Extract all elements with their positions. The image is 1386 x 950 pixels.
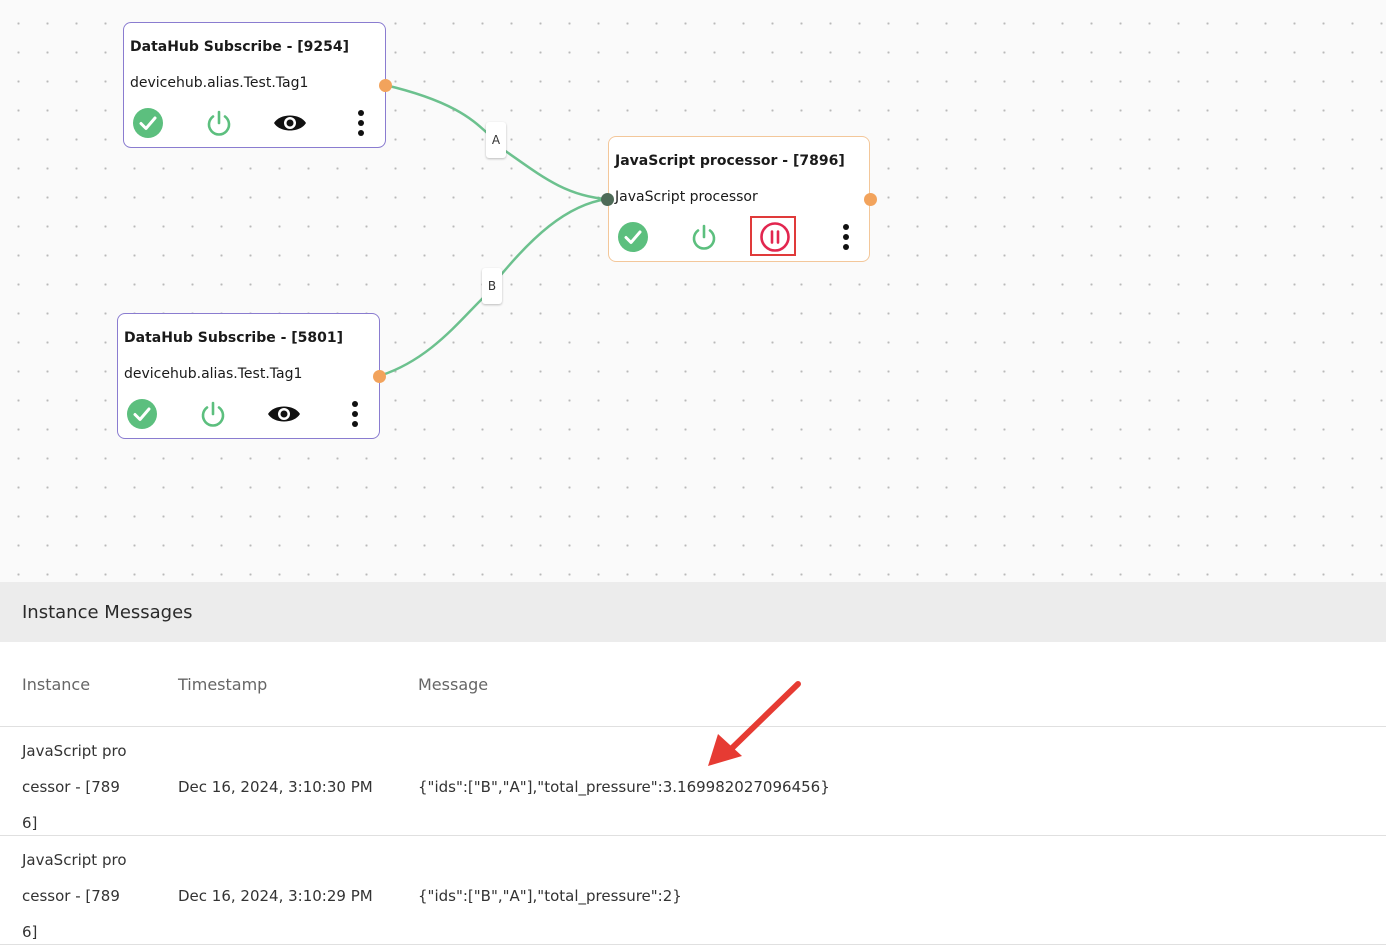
table-row[interactable]: JavaScript processor - [7896] Dec 16, 20… [0, 836, 1386, 945]
check-icon[interactable] [615, 219, 651, 255]
node-subtitle: JavaScript processor [615, 189, 758, 205]
node-actions [609, 216, 869, 259]
check-icon[interactable] [130, 105, 166, 141]
power-icon[interactable] [686, 219, 722, 255]
column-header-instance[interactable]: Instance [22, 675, 90, 694]
pause-icon[interactable] [757, 219, 793, 255]
eye-icon[interactable] [266, 396, 302, 432]
more-vertical-icon[interactable] [337, 396, 373, 432]
node-title: DataHub Subscribe - [5801] [124, 330, 344, 346]
check-icon[interactable] [124, 396, 160, 432]
node-title: JavaScript processor - [7896] [615, 153, 845, 169]
instance-messages-header: Instance Messages [0, 582, 1386, 642]
cell-timestamp: Dec 16, 2024, 3:10:29 PM [178, 887, 373, 905]
node-actions [118, 396, 379, 436]
node-javascript-processor-7896[interactable]: JavaScript processor - [7896] JavaScript… [608, 136, 870, 262]
input-port[interactable] [601, 193, 614, 206]
node-subtitle: devicehub.alias.Test.Tag1 [130, 75, 309, 91]
cell-message: {"ids":["B","A"],"total_pressure":2} [418, 887, 682, 905]
power-icon[interactable] [195, 396, 231, 432]
node-datahub-subscribe-5801[interactable]: DataHub Subscribe - [5801] devicehub.ali… [117, 313, 380, 439]
edge-label-b-text: B [487, 279, 497, 293]
cell-timestamp: Dec 16, 2024, 3:10:30 PM [178, 778, 373, 796]
edge-b-wire[interactable] [378, 295, 486, 378]
edge-label-a-text: A [491, 133, 501, 147]
edge-a-wire[interactable] [384, 83, 497, 142]
edge-label-a[interactable]: A [486, 122, 506, 158]
cell-instance: JavaScript processor - [7896] [22, 742, 127, 832]
table-header-row: Instance Timestamp Message [0, 642, 1386, 727]
cell-instance: JavaScript processor - [7896] [22, 851, 127, 941]
output-port[interactable] [373, 370, 386, 383]
node-title: DataHub Subscribe - [9254] [130, 39, 350, 55]
column-header-timestamp[interactable]: Timestamp [178, 675, 267, 694]
edge-label-b[interactable]: B [482, 268, 502, 304]
output-port[interactable] [864, 193, 877, 206]
node-datahub-subscribe-9254[interactable]: DataHub Subscribe - [9254] devicehub.ali… [123, 22, 386, 148]
column-header-message[interactable]: Message [418, 675, 488, 694]
edge-b-wire-2[interactable] [499, 197, 608, 277]
messages-table: Instance Timestamp Message JavaScript pr… [0, 642, 1386, 945]
eye-icon[interactable] [272, 105, 308, 141]
power-icon[interactable] [201, 105, 237, 141]
node-subtitle: devicehub.alias.Test.Tag1 [124, 366, 303, 382]
more-vertical-icon[interactable] [828, 219, 864, 255]
flow-canvas[interactable]: A B DataHub Subscribe - [9254] devicehub… [0, 0, 1386, 582]
cell-message: {"ids":["B","A"],"total_pressure":3.1699… [418, 778, 830, 796]
table-row[interactable]: JavaScript processor - [7896] Dec 16, 20… [0, 727, 1386, 836]
panel-title: Instance Messages [22, 601, 193, 623]
more-vertical-icon[interactable] [343, 105, 379, 141]
edge-a-wire-2[interactable] [503, 148, 608, 201]
node-actions [124, 105, 385, 145]
output-port[interactable] [379, 79, 392, 92]
